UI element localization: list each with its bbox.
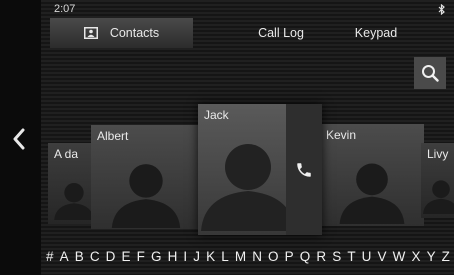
contact-card-livy[interactable]: Livy: [421, 143, 454, 218]
tab-call-log[interactable]: Call Log: [240, 18, 322, 48]
contact-book-icon: [83, 27, 98, 39]
alphabet-letter[interactable]: P: [285, 249, 294, 267]
tab-call-log-label: Call Log: [258, 26, 304, 40]
alphabet-letter[interactable]: L: [221, 249, 229, 267]
tab-keypad[interactable]: Keypad: [336, 18, 416, 48]
alphabet-letter[interactable]: J: [193, 249, 200, 267]
alphabet-letter[interactable]: X: [411, 249, 420, 267]
avatar-placeholder-icon: [423, 180, 454, 214]
alphabet-letter[interactable]: S: [332, 249, 341, 267]
alphabet-letter[interactable]: A: [60, 249, 69, 267]
alphabet-index: # A B C D E F G H I J K L M N O P Q R S T U V W X Y Z: [46, 249, 450, 267]
alphabet-letter[interactable]: I: [183, 249, 187, 267]
alphabet-letter[interactable]: W: [393, 249, 406, 267]
alphabet-letter[interactable]: N: [252, 249, 262, 267]
tab-contacts-label: Contacts: [109, 26, 160, 40]
alphabet-letter[interactable]: T: [347, 249, 355, 267]
contact-name: Jack: [204, 108, 229, 122]
chevron-left-icon: [13, 128, 25, 150]
status-time: 2:07: [54, 3, 76, 15]
alphabet-letter[interactable]: G: [151, 249, 162, 267]
alphabet-letter[interactable]: V: [378, 249, 387, 267]
alphabet-letter[interactable]: Q: [300, 249, 311, 267]
bluetooth-icon: [438, 4, 445, 15]
contact-card-albert[interactable]: Albert: [91, 125, 201, 229]
back-button[interactable]: [6, 122, 32, 156]
alphabet-letter[interactable]: Y: [427, 249, 436, 267]
tab-contacts[interactable]: Contacts: [50, 18, 193, 48]
alphabet-letter[interactable]: H: [168, 249, 178, 267]
alphabet-letter[interactable]: B: [75, 249, 84, 267]
alphabet-letter[interactable]: Z: [442, 249, 450, 267]
alphabet-letter[interactable]: K: [206, 249, 215, 267]
alphabet-letter[interactable]: R: [316, 249, 326, 267]
contacts-screen: 2:07 Contacts Call Log Keypad A da Alber…: [0, 0, 454, 275]
phone-icon: [297, 162, 311, 177]
alphabet-letter[interactable]: F: [137, 249, 145, 267]
contact-name: Kevin: [326, 128, 357, 142]
avatar-placeholder-icon: [339, 163, 405, 224]
tab-bar: Contacts Call Log Keypad: [50, 18, 450, 48]
contact-card-kevin[interactable]: Kevin: [320, 124, 424, 226]
avatar-placeholder-icon: [53, 183, 94, 220]
call-button[interactable]: [286, 104, 322, 235]
tab-keypad-label: Keypad: [354, 26, 398, 40]
alphabet-letter[interactable]: #: [46, 249, 54, 267]
contact-name: A da: [54, 147, 79, 161]
search-button[interactable]: [414, 57, 446, 89]
alphabet-letter[interactable]: E: [122, 249, 131, 267]
contact-name: Albert: [97, 129, 129, 143]
contact-name: Livy: [427, 147, 449, 161]
avatar-placeholder-icon: [201, 144, 295, 231]
alphabet-letter[interactable]: M: [235, 249, 246, 267]
alphabet-letter[interactable]: O: [268, 249, 279, 267]
search-icon: [422, 65, 439, 82]
alphabet-letter[interactable]: U: [362, 249, 372, 267]
alphabet-letter[interactable]: D: [106, 249, 116, 267]
left-rail: [0, 0, 41, 275]
avatar-placeholder-icon: [111, 164, 181, 228]
alphabet-letter[interactable]: C: [90, 249, 100, 267]
